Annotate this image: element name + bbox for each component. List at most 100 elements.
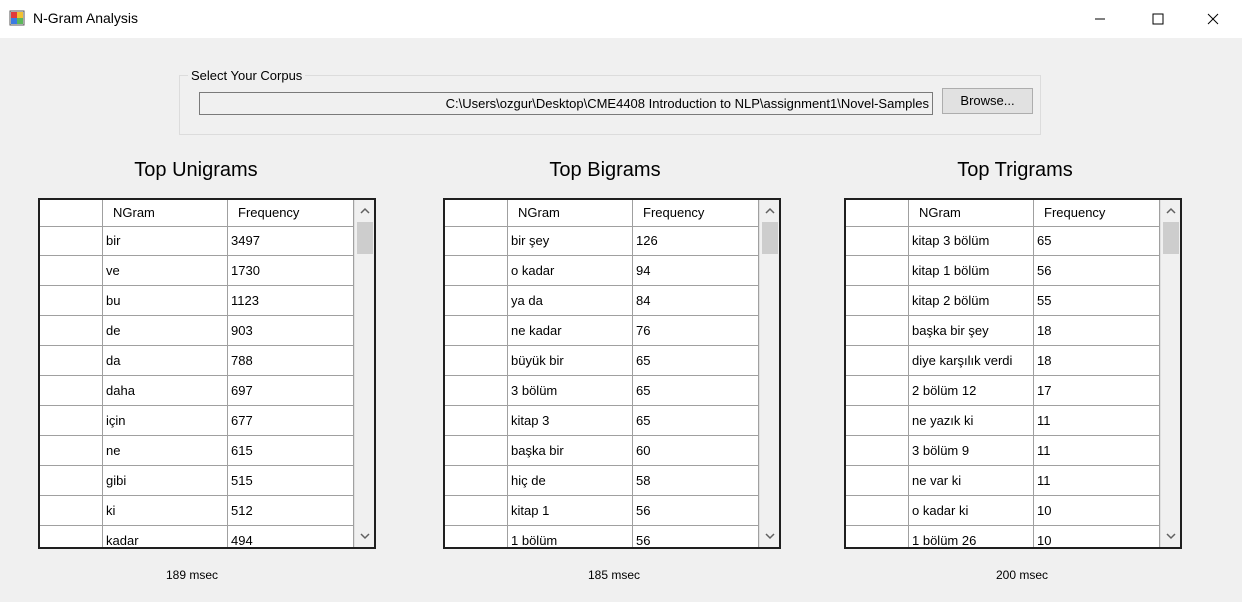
column-header-ngram[interactable]: NGram	[909, 200, 1034, 226]
table-row[interactable]: daha 697	[40, 376, 354, 406]
frequency-cell[interactable]: 1730	[228, 256, 354, 285]
table-row[interactable]: bu 1123	[40, 286, 354, 316]
row-header-cell[interactable]	[846, 226, 909, 255]
row-header-cell[interactable]	[40, 346, 103, 375]
frequency-cell[interactable]: 56	[633, 526, 759, 547]
table-row[interactable]: bir şey 126	[445, 226, 759, 256]
ngram-cell[interactable]: da	[103, 346, 228, 375]
vertical-scrollbar[interactable]	[354, 200, 374, 547]
ngram-cell[interactable]: gibi	[103, 466, 228, 495]
row-header-cell[interactable]	[846, 346, 909, 375]
table-row[interactable]: 2 bölüm 12 17	[846, 376, 1160, 406]
ngram-cell[interactable]: daha	[103, 376, 228, 405]
frequency-cell[interactable]: 11	[1034, 406, 1160, 435]
vertical-scrollbar[interactable]	[1160, 200, 1180, 547]
ngram-cell[interactable]: ne var ki	[909, 466, 1034, 495]
row-header-cell[interactable]	[846, 496, 909, 525]
frequency-cell[interactable]: 3497	[228, 226, 354, 255]
ngram-cell[interactable]: 1 bölüm	[508, 526, 633, 547]
row-header-cell[interactable]	[40, 526, 103, 547]
ngram-cell[interactable]: ya da	[508, 286, 633, 315]
ngram-cell[interactable]: 3 bölüm 9	[909, 436, 1034, 465]
ngram-cell[interactable]: kadar	[103, 526, 228, 547]
ngram-cell[interactable]: 2 bölüm 12	[909, 376, 1034, 405]
table-row[interactable]: o kadar 94	[445, 256, 759, 286]
ngram-cell[interactable]: bir	[103, 226, 228, 255]
ngram-cell[interactable]: büyük bir	[508, 346, 633, 375]
ngram-cell[interactable]: bir şey	[508, 226, 633, 255]
frequency-cell[interactable]: 515	[228, 466, 354, 495]
table-row[interactable]: için 677	[40, 406, 354, 436]
table-row[interactable]: ne var ki 11	[846, 466, 1160, 496]
frequency-cell[interactable]: 788	[228, 346, 354, 375]
ngram-cell[interactable]: diye karşılık verdi	[909, 346, 1034, 375]
row-header-corner[interactable]	[40, 200, 103, 226]
frequency-cell[interactable]: 65	[633, 346, 759, 375]
table-row[interactable]: o kadar ki 10	[846, 496, 1160, 526]
row-header-cell[interactable]	[40, 376, 103, 405]
ngram-cell[interactable]: ne	[103, 436, 228, 465]
ngram-cell[interactable]: 1 bölüm 26	[909, 526, 1034, 547]
frequency-cell[interactable]: 11	[1034, 466, 1160, 495]
ngram-cell[interactable]: başka bir şey	[909, 316, 1034, 345]
ngram-cell[interactable]: ne kadar	[508, 316, 633, 345]
frequency-cell[interactable]: 1123	[228, 286, 354, 315]
frequency-cell[interactable]: 55	[1034, 286, 1160, 315]
frequency-cell[interactable]: 56	[633, 496, 759, 525]
ngram-cell[interactable]: bu	[103, 286, 228, 315]
row-header-cell[interactable]	[40, 256, 103, 285]
frequency-cell[interactable]: 10	[1034, 496, 1160, 525]
frequency-cell[interactable]: 60	[633, 436, 759, 465]
row-header-cell[interactable]	[445, 466, 508, 495]
maximize-button[interactable]	[1129, 0, 1187, 38]
scroll-down-button[interactable]	[1161, 527, 1180, 545]
ngram-cell[interactable]: için	[103, 406, 228, 435]
frequency-cell[interactable]: 903	[228, 316, 354, 345]
row-header-cell[interactable]	[445, 346, 508, 375]
frequency-cell[interactable]: 17	[1034, 376, 1160, 405]
frequency-cell[interactable]: 65	[633, 376, 759, 405]
table-row[interactable]: bir 3497	[40, 226, 354, 256]
frequency-cell[interactable]: 65	[633, 406, 759, 435]
frequency-cell[interactable]: 697	[228, 376, 354, 405]
scroll-down-button[interactable]	[760, 527, 779, 545]
ngram-cell[interactable]: kitap 2 bölüm	[909, 286, 1034, 315]
ngram-cell[interactable]: ne yazık ki	[909, 406, 1034, 435]
row-header-cell[interactable]	[40, 466, 103, 495]
scroll-up-button[interactable]	[355, 202, 374, 220]
frequency-cell[interactable]: 677	[228, 406, 354, 435]
row-header-cell[interactable]	[846, 286, 909, 315]
row-header-cell[interactable]	[40, 226, 103, 255]
row-header-cell[interactable]	[40, 286, 103, 315]
row-header-cell[interactable]	[445, 526, 508, 547]
ngram-cell[interactable]: de	[103, 316, 228, 345]
scroll-down-button[interactable]	[355, 527, 374, 545]
frequency-cell[interactable]: 58	[633, 466, 759, 495]
row-header-cell[interactable]	[445, 436, 508, 465]
table-row[interactable]: ki 512	[40, 496, 354, 526]
table-row[interactable]: başka bir şey 18	[846, 316, 1160, 346]
scrollbar-thumb[interactable]	[357, 222, 373, 254]
table-row[interactable]: 1 bölüm 26 10	[846, 526, 1160, 547]
ngram-cell[interactable]: o kadar	[508, 256, 633, 285]
scroll-up-button[interactable]	[760, 202, 779, 220]
ngram-cell[interactable]: ve	[103, 256, 228, 285]
table-row[interactable]: kitap 2 bölüm 55	[846, 286, 1160, 316]
table-row[interactable]: de 903	[40, 316, 354, 346]
row-header-cell[interactable]	[445, 406, 508, 435]
table-row[interactable]: ne kadar 76	[445, 316, 759, 346]
scrollbar-thumb[interactable]	[762, 222, 778, 254]
table-row[interactable]: kitap 1 bölüm 56	[846, 256, 1160, 286]
table-row[interactable]: ne yazık ki 11	[846, 406, 1160, 436]
scroll-up-button[interactable]	[1161, 202, 1180, 220]
row-header-cell[interactable]	[445, 496, 508, 525]
row-header-cell[interactable]	[445, 316, 508, 345]
row-header-cell[interactable]	[40, 436, 103, 465]
table-row[interactable]: hiç de 58	[445, 466, 759, 496]
frequency-cell[interactable]: 11	[1034, 436, 1160, 465]
table-row[interactable]: başka bir 60	[445, 436, 759, 466]
frequency-cell[interactable]: 18	[1034, 316, 1160, 345]
row-header-cell[interactable]	[846, 466, 909, 495]
row-header-cell[interactable]	[846, 406, 909, 435]
trigrams-grid[interactable]: NGram Frequency kitap 3 bölüm 65 kitap 1 böl…	[844, 198, 1182, 549]
